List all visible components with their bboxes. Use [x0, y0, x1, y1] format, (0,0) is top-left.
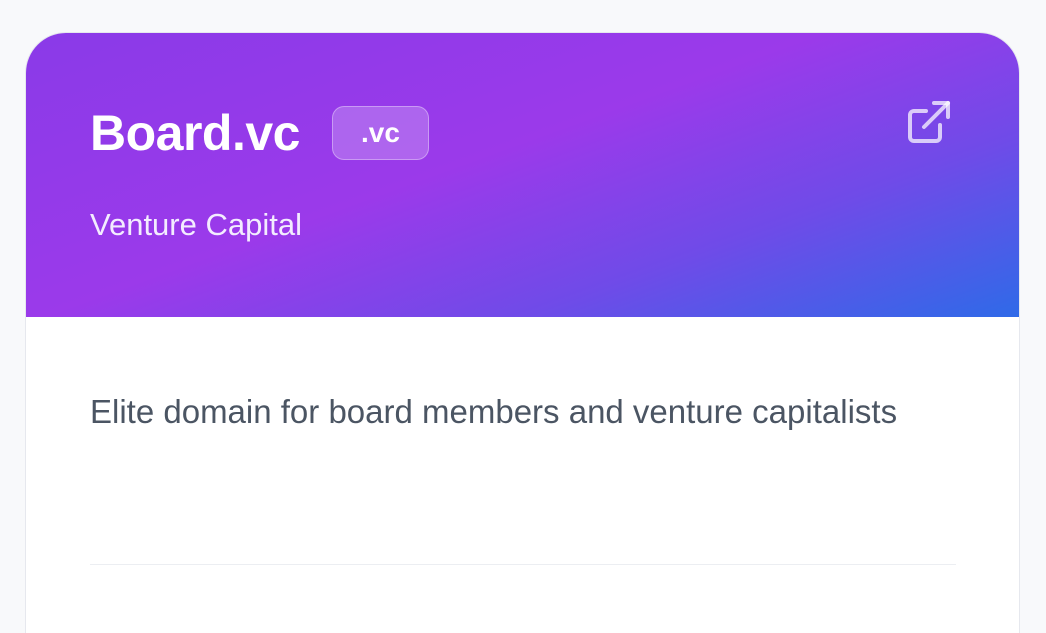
- category-label: Venture Capital: [90, 207, 302, 242]
- tld-badge: .vc: [331, 106, 429, 160]
- divider: [90, 564, 956, 565]
- domain-name: Board.vc: [90, 105, 300, 161]
- domain-card: Board.vc .vc Venture Capital Elite domai…: [26, 33, 1019, 633]
- external-link-icon[interactable]: [902, 97, 954, 149]
- domain-description: Elite domain for board members and ventu…: [90, 393, 898, 430]
- title-row: Board.vc .vc: [90, 105, 429, 161]
- card-header: Board.vc .vc Venture Capital: [26, 33, 1019, 317]
